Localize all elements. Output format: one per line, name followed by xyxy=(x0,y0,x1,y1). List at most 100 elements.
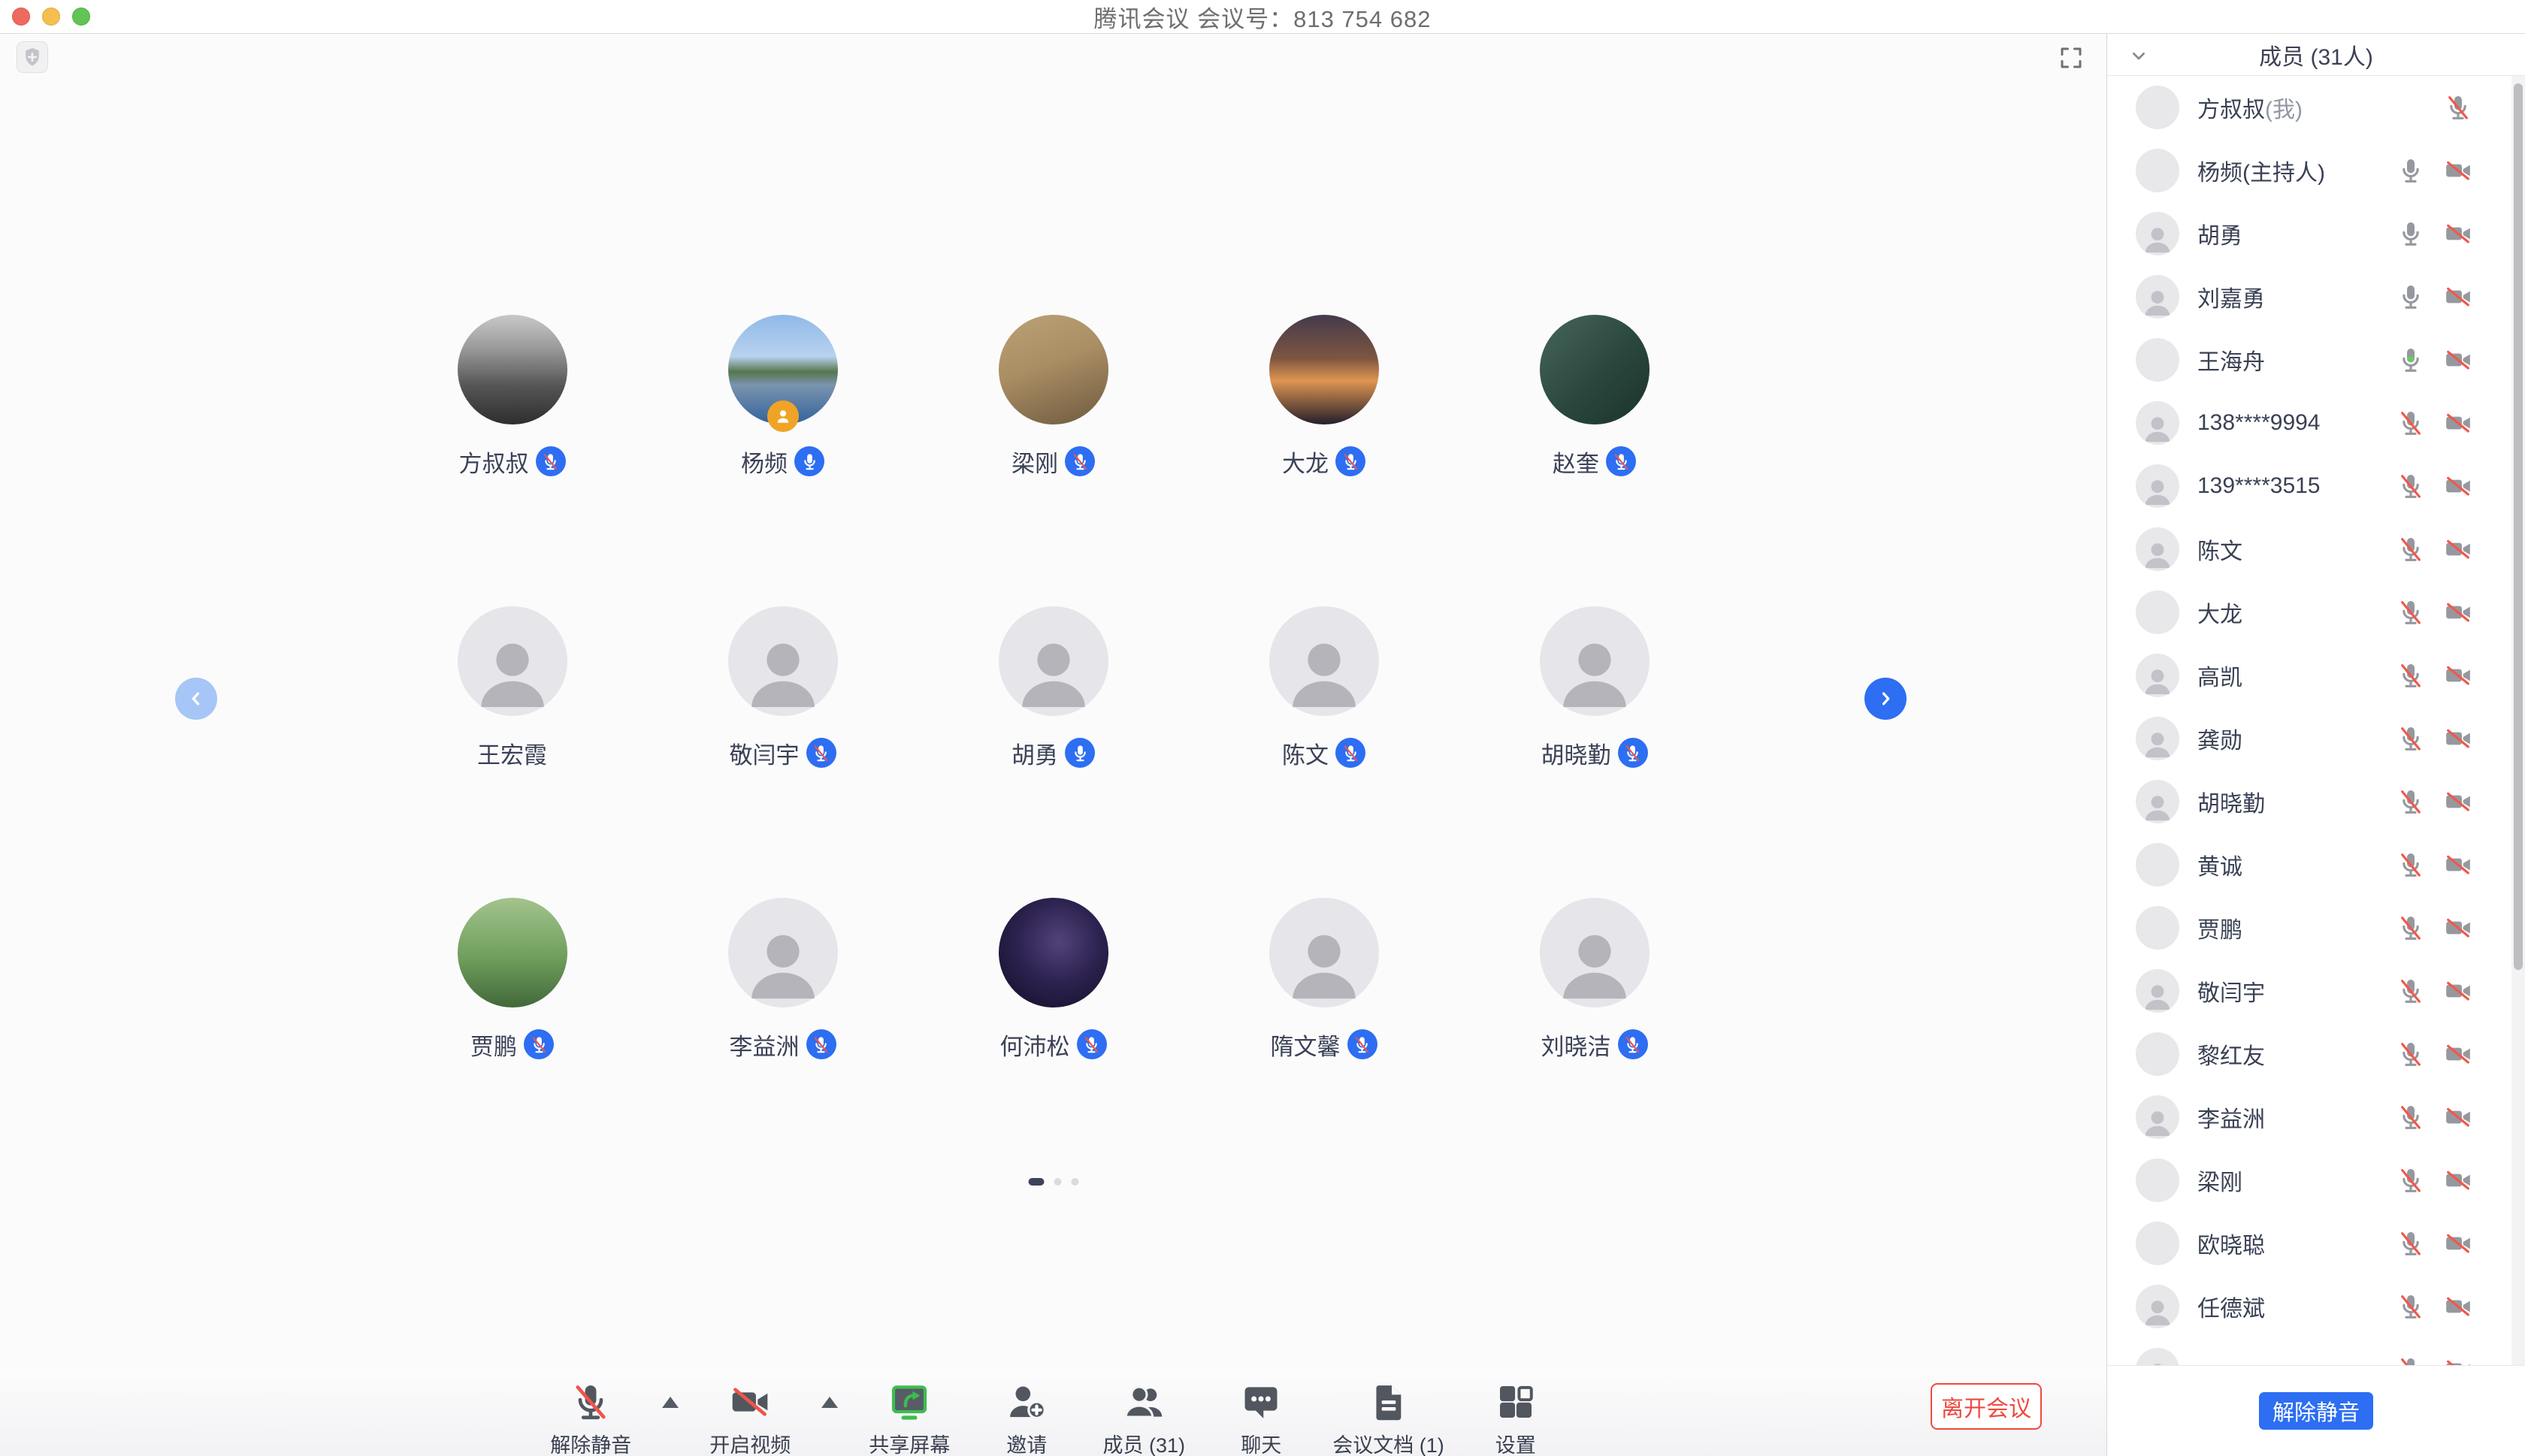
toolbar-share-screen-button[interactable]: 共享屏幕 xyxy=(863,1369,955,1456)
member-row[interactable]: 龚勋 xyxy=(2107,707,2525,770)
page-dot[interactable] xyxy=(1028,1178,1044,1186)
member-row[interactable]: 欧晓聪 xyxy=(2107,1212,2525,1275)
participant-tile[interactable]: 胡勇 xyxy=(918,606,1189,769)
toolbar-start-video-button[interactable]: 开启视频 xyxy=(704,1369,796,1456)
next-page-button[interactable] xyxy=(1864,678,1907,720)
chevron-left-icon xyxy=(185,687,207,710)
participant-tile[interactable]: 陈文 xyxy=(1189,606,1459,769)
camera-status-icon xyxy=(2443,282,2473,312)
toolbar-label: 邀请 xyxy=(1006,1429,1047,1456)
member-row[interactable]: 敬闫宇 xyxy=(2107,959,2525,1023)
member-row[interactable]: 黎红友 xyxy=(2107,1023,2525,1086)
member-name: 黄诚 xyxy=(2197,848,2242,881)
close-button[interactable] xyxy=(12,8,30,26)
member-avatar xyxy=(2136,591,2179,634)
member-row[interactable]: 任德斌 xyxy=(2107,1275,2525,1338)
member-row[interactable]: 贾鹏 xyxy=(2107,896,2525,959)
participant-tile[interactable]: 杨频 xyxy=(648,315,918,477)
participant-tile[interactable]: 方叔叔 xyxy=(377,315,648,477)
default-avatar-icon xyxy=(2140,978,2175,1013)
participant-nameline: 胡晓勤 xyxy=(1541,737,1648,769)
member-name: 梁刚 xyxy=(2197,1164,2242,1197)
window-title: 腾讯会议 会议号：813 754 682 xyxy=(1093,0,1431,34)
toolbar-invite-button[interactable]: 邀请 xyxy=(981,1369,1072,1456)
member-list[interactable]: 方叔叔(我) 杨频(主持人) xyxy=(2107,76,2525,1365)
member-avatar xyxy=(2136,1348,2179,1365)
participant-tile[interactable]: 赵奎 xyxy=(1459,315,1730,477)
participant-tile[interactable]: 梁刚 xyxy=(918,315,1189,477)
page-dot[interactable] xyxy=(1071,1178,1078,1186)
member-row[interactable]: 李益洲 xyxy=(2107,1086,2525,1149)
toolbar-docs-button[interactable]: 会议文档 (1) xyxy=(1332,1369,1444,1456)
participant-mic-badge-icon xyxy=(1065,738,1095,768)
video-options-caret[interactable] xyxy=(821,1397,838,1408)
participant-tile[interactable]: 王宏霞 xyxy=(377,606,648,769)
scrollbar-track[interactable] xyxy=(2511,76,2525,1365)
member-avatar xyxy=(2136,212,2179,255)
prev-page-button[interactable] xyxy=(175,678,217,720)
mic-status-icon xyxy=(2396,1165,2426,1195)
unmute-button[interactable]: 解除静音 xyxy=(2259,1392,2373,1430)
participant-row: 贾鹏 xyxy=(377,898,1730,1060)
participant-tile[interactable]: 刘晓洁 xyxy=(1459,898,1730,1060)
fullscreen-toggle-button[interactable] xyxy=(2056,43,2086,73)
participant-tile[interactable]: 大龙 xyxy=(1189,315,1459,477)
minimize-button[interactable] xyxy=(42,8,60,26)
mic-status-icon xyxy=(2396,913,2426,943)
bottom-toolbar: 解除静音 开启视频 xyxy=(0,1369,2106,1456)
default-avatar-icon xyxy=(1009,626,1098,714)
toolbar-settings-button[interactable]: 设置 xyxy=(1470,1369,1562,1456)
member-row[interactable]: 陈文 xyxy=(2107,518,2525,581)
page-dot[interactable] xyxy=(1054,1178,1061,1186)
participant-nameline: 杨频 xyxy=(741,446,824,477)
participant-tile[interactable]: 何沛松 xyxy=(918,898,1189,1060)
member-row[interactable] xyxy=(2107,1338,2525,1365)
participant-mic-badge-icon xyxy=(1335,446,1365,476)
stage-area: 方叔叔 xyxy=(0,34,2106,1456)
member-row[interactable]: 梁刚 xyxy=(2107,1149,2525,1212)
collapse-sidebar-button[interactable] xyxy=(2125,42,2152,69)
chevron-right-icon xyxy=(1874,687,1897,710)
toolbar-chat-button[interactable]: 聊天 xyxy=(1215,1369,1307,1456)
member-row[interactable]: 138****9994 xyxy=(2107,391,2525,455)
toolbar-members-button[interactable]: 成员 (31) xyxy=(1098,1369,1190,1456)
security-shield-button[interactable] xyxy=(17,41,48,73)
participant-tile[interactable]: 敬闫宇 xyxy=(648,606,918,769)
member-row[interactable]: 胡晓勤 xyxy=(2107,770,2525,833)
participant-tile[interactable]: 贾鹏 xyxy=(377,898,648,1060)
default-avatar-icon xyxy=(739,626,827,714)
member-row[interactable]: 高凯 xyxy=(2107,644,2525,707)
toolbar-label: 成员 (31) xyxy=(1102,1429,1185,1456)
camera-status-icon xyxy=(2443,1228,2473,1258)
sidebar-footer: 解除静音 xyxy=(2107,1365,2525,1456)
pagination-dots[interactable] xyxy=(1028,1178,1078,1186)
participant-mic-badge-icon xyxy=(1618,1029,1648,1059)
member-row[interactable]: 杨频(主持人) xyxy=(2107,139,2525,202)
mic-options-caret[interactable] xyxy=(662,1397,679,1408)
member-row[interactable]: 大龙 xyxy=(2107,581,2525,644)
participant-name: 何沛松 xyxy=(1000,1028,1070,1062)
member-row[interactable]: 胡勇 xyxy=(2107,202,2525,265)
participant-tile[interactable]: 隋文馨 xyxy=(1189,898,1459,1060)
member-row[interactable]: 139****3515 xyxy=(2107,455,2525,518)
default-avatar-icon xyxy=(2140,726,2175,760)
participant-avatar xyxy=(999,606,1108,716)
default-avatar-icon xyxy=(2140,1357,2175,1365)
participant-tile[interactable]: 胡晓勤 xyxy=(1459,606,1730,769)
toolbar-unmute-button[interactable]: 解除静音 xyxy=(545,1369,637,1456)
scrollbar-thumb[interactable] xyxy=(2514,83,2523,970)
member-row[interactable]: 方叔叔(我) xyxy=(2107,76,2525,139)
participant-mic-badge-icon xyxy=(536,446,566,476)
maximize-button[interactable] xyxy=(72,8,90,26)
toolbar-label: 会议文档 (1) xyxy=(1332,1429,1444,1456)
participant-tile[interactable]: 李益洲 xyxy=(648,898,918,1060)
member-row[interactable]: 黄诚 xyxy=(2107,833,2525,896)
member-row[interactable]: 王海舟 xyxy=(2107,328,2525,391)
expand-icon xyxy=(2058,44,2085,71)
participant-name: 李益洲 xyxy=(730,1028,800,1062)
participant-name: 刘晓洁 xyxy=(1541,1028,1611,1062)
participant-name: 胡晓勤 xyxy=(1541,736,1611,770)
member-row[interactable]: 刘嘉勇 xyxy=(2107,265,2525,328)
leave-meeting-button[interactable]: 离开会议 xyxy=(1931,1383,2042,1430)
members-sidebar: 成员 (31人) 方叔叔(我) xyxy=(2106,34,2525,1456)
